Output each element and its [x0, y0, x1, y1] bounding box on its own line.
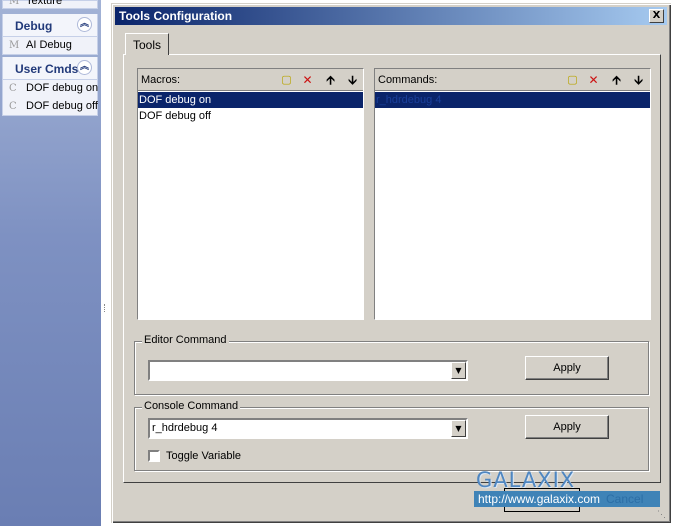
- command-icon: C: [9, 83, 17, 94]
- list-item[interactable]: DOF debug on: [138, 92, 363, 108]
- commands-list: Commands: ▢ ✕ 🡩 🡫 r_hdrdebug 4: [374, 68, 651, 320]
- dropdown-arrow-icon[interactable]: ▼: [451, 362, 466, 379]
- close-button[interactable]: X: [649, 9, 664, 23]
- collapse-chevron-icon[interactable]: ︽: [77, 17, 92, 32]
- delete-macro-icon[interactable]: ✕: [300, 73, 315, 87]
- commands-items: r_hdrdebug 4: [375, 92, 650, 108]
- move-up-icon[interactable]: 🡩: [609, 73, 624, 87]
- sidebar-item-dof-debug-off[interactable]: C DOF debug off: [3, 98, 99, 115]
- sidebar-item-label: AI Debug: [26, 39, 72, 51]
- title-bar[interactable]: Tools Configuration X: [115, 7, 667, 25]
- macro-icon: M: [9, 40, 20, 51]
- list-item[interactable]: DOF debug off: [138, 108, 363, 124]
- commands-header: Commands: ▢ ✕ 🡩 🡫: [375, 69, 650, 91]
- sidebar-item-texture[interactable]: M Texture: [3, 0, 99, 10]
- move-down-icon[interactable]: 🡫: [345, 73, 360, 87]
- debug-section: M AI Debug: [2, 36, 98, 55]
- tab-tools[interactable]: Tools: [125, 33, 169, 55]
- sidebar-item-label: Texture: [26, 0, 63, 7]
- resize-grip-icon[interactable]: ⋱: [657, 509, 669, 521]
- user-cmds-section: C DOF debug on C DOF debug off: [2, 79, 98, 116]
- command-icon: C: [9, 101, 17, 112]
- editor-command-label: Editor Command: [142, 334, 229, 346]
- editor-apply-button[interactable]: Apply: [525, 356, 609, 380]
- cancel-button[interactable]: Cancel: [596, 489, 662, 511]
- list-item[interactable]: r_hdrdebug 4: [375, 92, 650, 108]
- debug-section-header[interactable]: Debug ︽: [2, 14, 98, 36]
- tools-configuration-dialog: Tools Configuration X Tools Macros: ▢ ✕ …: [111, 3, 671, 523]
- macros-header: Macros: ▢ ✕ 🡩 🡫: [138, 69, 363, 91]
- section-title: User Cmds: [15, 62, 79, 76]
- new-macro-icon[interactable]: ▢: [279, 73, 294, 87]
- dropdown-arrow-icon[interactable]: ▼: [451, 420, 466, 437]
- sidebar-item-ai-debug[interactable]: M AI Debug: [3, 37, 99, 54]
- editor-command-group: Editor Command ▼ Apply: [134, 334, 649, 395]
- console-command-label: Console Command: [142, 400, 241, 412]
- sidebar-item-label: DOF debug on: [26, 82, 99, 94]
- console-apply-button[interactable]: Apply: [525, 415, 609, 439]
- toggle-variable-label: Toggle Variable: [166, 450, 242, 462]
- macros-items: DOF debug on DOF debug off: [138, 92, 363, 124]
- console-command-combo[interactable]: r_hdrdebug 4 ▼: [148, 418, 468, 439]
- collapse-chevron-icon[interactable]: ︽: [77, 60, 92, 75]
- console-command-value: r_hdrdebug 4: [152, 422, 218, 434]
- texture-section: M Texture: [2, 0, 98, 9]
- delete-command-icon[interactable]: ✕: [586, 73, 601, 87]
- console-command-group: Console Command r_hdrdebug 4 ▼ Apply Tog…: [134, 400, 649, 471]
- tools-tab-panel: Macros: ▢ ✕ 🡩 🡫 DOF debug on DOF debug o…: [123, 54, 661, 483]
- editor-command-combo[interactable]: ▼: [148, 360, 468, 381]
- panel-splitter[interactable]: [101, 0, 111, 526]
- new-command-icon[interactable]: ▢: [565, 73, 580, 87]
- sidebar-item-label: DOF debug off: [26, 100, 98, 112]
- sidebar-item-dof-debug-on[interactable]: C DOF debug on: [3, 80, 99, 97]
- close-icon: X: [652, 10, 661, 21]
- tab-label: Tools: [133, 38, 162, 52]
- move-up-icon[interactable]: 🡩: [323, 73, 338, 87]
- section-title: Debug: [15, 19, 53, 33]
- commands-title: Commands:: [378, 74, 438, 86]
- macros-list: Macros: ▢ ✕ 🡩 🡫 DOF debug on DOF debug o…: [137, 68, 364, 320]
- galaxix-watermark-logo: GALAXIX: [476, 468, 576, 492]
- move-down-icon[interactable]: 🡫: [631, 73, 646, 87]
- macros-title: Macros:: [141, 74, 181, 86]
- toggle-variable-checkbox[interactable]: [148, 450, 160, 462]
- dialog-title: Tools Configuration: [119, 9, 233, 23]
- splitter-grip: [104, 304, 106, 312]
- macro-icon: M: [9, 0, 20, 7]
- user-cmds-section-header[interactable]: User Cmds ︽: [2, 57, 98, 79]
